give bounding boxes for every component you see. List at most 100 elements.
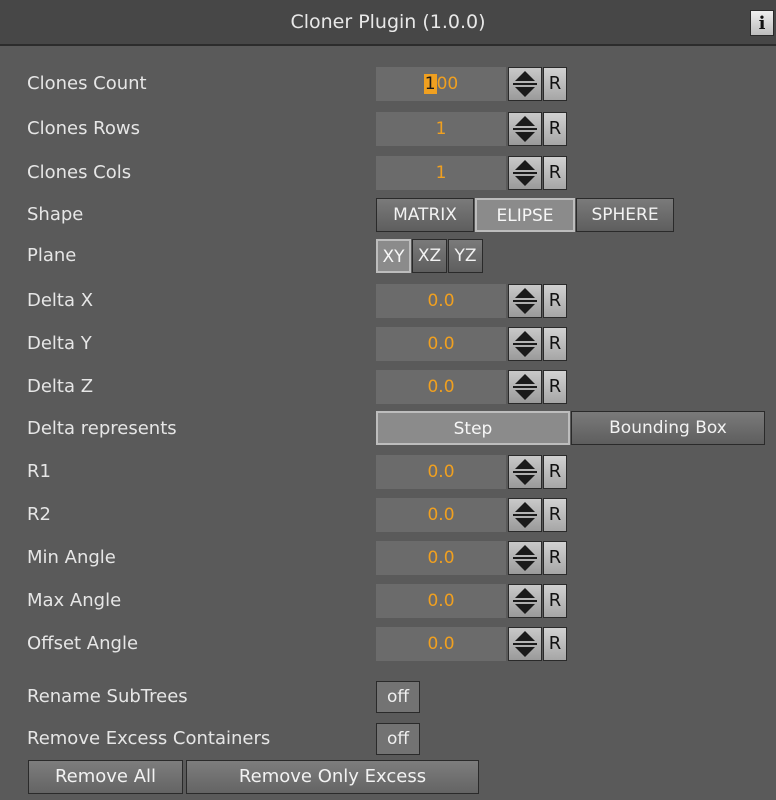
cloner-plugin-panel: Cloner Plugin (1.0.0) i Clones Count 100… [0,0,776,800]
arrow-up-icon [515,331,535,341]
divider [513,386,537,388]
delta-y-field[interactable]: 0.0 [376,327,506,361]
r1-field[interactable]: 0.0 [376,455,506,489]
plane-yz-button[interactable]: YZ [448,239,483,273]
min-angle-spinner[interactable] [508,541,542,575]
divider [513,128,537,130]
arrow-down-icon [515,132,535,142]
delta-represents-label: Delta represents [27,418,177,439]
shape-elipse-button[interactable]: ELIPSE [475,198,575,232]
arrow-up-icon [515,631,535,641]
clones-rows-field[interactable]: 1 [376,112,506,146]
divider [513,514,537,516]
rename-subtrees-label: Rename SubTrees [27,686,188,707]
r1-spinner[interactable] [508,455,542,489]
divider [513,83,537,85]
min-angle-reset-button[interactable]: R [543,541,567,575]
arrow-down-icon [515,604,535,614]
clones-count-selection: 1 [423,74,437,94]
clones-count-field[interactable]: 100 [376,67,506,101]
remove-only-excess-button[interactable]: Remove Only Excess [186,760,479,794]
divider [513,600,537,602]
plane-xy-button[interactable]: XY [376,239,411,273]
clones-rows-label: Clones Rows [27,118,140,139]
divider [513,557,537,559]
clones-count-reset-button[interactable]: R [543,67,567,101]
offset-angle-field[interactable]: 0.0 [376,627,506,661]
arrow-down-icon [515,176,535,186]
shape-matrix-button[interactable]: MATRIX [376,198,474,232]
delta-y-label: Delta Y [27,333,92,354]
offset-angle-spinner[interactable] [508,627,542,661]
delta-z-label: Delta Z [27,376,94,397]
clones-rows-spinner[interactable] [508,112,542,146]
clones-count-spinner[interactable] [508,67,542,101]
remove-all-button[interactable]: Remove All [28,760,183,794]
clones-rows-reset-button[interactable]: R [543,112,567,146]
plane-xz-button[interactable]: XZ [412,239,447,273]
r2-spinner[interactable] [508,498,542,532]
offset-angle-reset-button[interactable]: R [543,627,567,661]
divider [513,643,537,645]
delta-z-field[interactable]: 0.0 [376,370,506,404]
arrow-up-icon [515,459,535,469]
clones-count-label: Clones Count [27,73,147,94]
divider [513,343,537,345]
arrow-up-icon [515,545,535,555]
arrow-down-icon [515,347,535,357]
remove-excess-containers-toggle[interactable]: off [376,723,420,755]
shape-label: Shape [27,204,84,225]
arrow-up-icon [515,502,535,512]
divider [513,172,537,174]
arrow-up-icon [515,374,535,384]
arrow-down-icon [515,561,535,571]
min-angle-field[interactable]: 0.0 [376,541,506,575]
clones-cols-spinner[interactable] [508,156,542,190]
shape-sphere-button[interactable]: SPHERE [576,198,674,232]
offset-angle-label: Offset Angle [27,633,139,654]
clones-cols-label: Clones Cols [27,162,132,183]
info-button[interactable]: i [750,10,774,36]
arrow-up-icon [515,71,535,81]
r2-label: R2 [27,504,51,525]
max-angle-field[interactable]: 0.0 [376,584,506,618]
plane-label: Plane [27,245,77,266]
arrow-down-icon [515,518,535,528]
divider [513,471,537,473]
delta-z-reset-button[interactable]: R [543,370,567,404]
r1-label: R1 [27,461,51,482]
arrow-down-icon [515,87,535,97]
max-angle-spinner[interactable] [508,584,542,618]
delta-x-field[interactable]: 0.0 [376,284,506,318]
delta-y-spinner[interactable] [508,327,542,361]
divider [513,300,537,302]
delta-represents-step-button[interactable]: Step [376,411,570,445]
arrow-up-icon [515,588,535,598]
min-angle-label: Min Angle [27,547,116,568]
delta-x-spinner[interactable] [508,284,542,318]
rename-subtrees-toggle[interactable]: off [376,681,420,713]
max-angle-label: Max Angle [27,590,122,611]
arrow-up-icon [515,116,535,126]
clones-cols-reset-button[interactable]: R [543,156,567,190]
panel-title: Cloner Plugin (1.0.0) [290,11,486,33]
r1-reset-button[interactable]: R [543,455,567,489]
delta-x-label: Delta X [27,290,94,311]
delta-y-reset-button[interactable]: R [543,327,567,361]
delta-x-reset-button[interactable]: R [543,284,567,318]
clones-count-value: 00 [436,74,459,94]
arrow-up-icon [515,288,535,298]
delta-z-spinner[interactable] [508,370,542,404]
remove-excess-containers-label: Remove Excess Containers [27,728,271,749]
arrow-down-icon [515,390,535,400]
r2-reset-button[interactable]: R [543,498,567,532]
clones-cols-field[interactable]: 1 [376,156,506,190]
title-bar: Cloner Plugin (1.0.0) i [0,0,776,46]
arrow-down-icon [515,647,535,657]
delta-represents-bounding-box-button[interactable]: Bounding Box [571,411,765,445]
arrow-down-icon [515,475,535,485]
arrow-up-icon [515,160,535,170]
r2-field[interactable]: 0.0 [376,498,506,532]
max-angle-reset-button[interactable]: R [543,584,567,618]
arrow-down-icon [515,304,535,314]
